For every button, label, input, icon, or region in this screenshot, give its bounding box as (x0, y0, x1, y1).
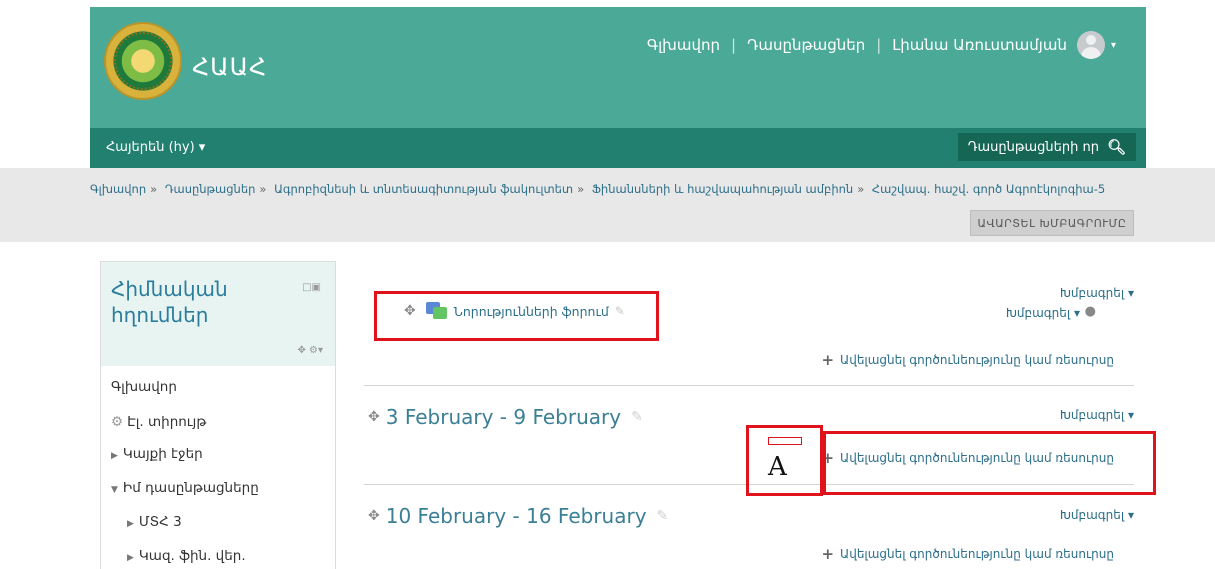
nav-item-my-courses-label: Իմ դասընթացները (122, 480, 259, 496)
user-menu-name[interactable]: Լիանա Առուստամյան (892, 36, 1067, 54)
nav-item-site-pages-label: Կայքի էջեր (122, 446, 203, 462)
annotation-marker (768, 437, 802, 445)
nav-separator: | (876, 36, 882, 54)
site-header: ՀԱԱՀ Գլխավոր | Դասընթացներ | Լիանա Առուս… (90, 7, 1146, 128)
collapse-arrow-icon: ▼ (111, 485, 118, 495)
nav-home-link[interactable]: Գլխավոր (647, 36, 720, 54)
move-icon[interactable]: ✥ (368, 508, 380, 524)
site-name[interactable]: ՀԱԱՀ (192, 53, 267, 81)
add-activity-label: Ավելացնել գործունեությունը կամ ռեսուրսը (840, 353, 1114, 367)
breadcrumb-separator: » (577, 182, 585, 196)
assign-roles-icon[interactable]: ● (1085, 304, 1096, 319)
move-icon[interactable]: ✥ (368, 409, 380, 425)
section-divider (364, 385, 1134, 386)
pencil-icon[interactable]: ✎ (631, 409, 643, 425)
nav-item-email-label: Էլ. տիրույթ (127, 414, 207, 430)
nav-item-site-pages[interactable]: ▶ Կայքի էջեր (111, 446, 203, 462)
nav-item-email[interactable]: ⚙︎ Էլ. տիրույթ (111, 414, 206, 430)
section-title-2-label: 10 February - 16 February (385, 504, 647, 528)
pencil-icon[interactable]: ✎ (657, 508, 669, 524)
navigation-block-title: Հիմնական հղումներ (111, 277, 228, 327)
add-activity-button-section-0[interactable]: + Ավելացնել գործունեությունը կամ ռեսուրսը (821, 351, 1114, 369)
navigation-block-header: Հիմնական հղումներ □▣ ✥ ⚙︎▾ (101, 262, 335, 366)
add-activity-button-section-2[interactable]: + Ավելացնել գործունեությունը կամ ռեսուրսը (821, 545, 1114, 563)
section-title-2: ✥ 10 February - 16 February ✎ (368, 504, 668, 528)
section-title-1-label: 3 February - 9 February (385, 405, 622, 429)
expand-arrow-icon: ▶ (127, 553, 134, 563)
nav-item-home[interactable]: Գլխավոր (111, 379, 177, 395)
language-menu[interactable]: Հայերեն (hy) ▾ (106, 140, 205, 155)
plus-icon: + (821, 545, 835, 563)
course-search-button[interactable]: Դասընթացների որ 🔍︎ (957, 133, 1136, 161)
breadcrumb-item[interactable]: Ֆինանսների և հաշվապահության ամբիոն (592, 182, 853, 196)
cog-icon: ⚙︎ (111, 414, 124, 430)
course-search-label: Դասընթացների որ (967, 139, 1099, 155)
top-navigation: Գլխավոր | Դասընթացներ | Լիանա Առուստամյա… (647, 31, 1116, 59)
edit-menu-section-2[interactable]: Խմբագրել ▾ (1060, 508, 1134, 522)
breadcrumb-item[interactable]: Ագրոբիզնեսի և տնտեսագիտության ֆակուլտետ (274, 182, 573, 196)
annotation-label-a: A (768, 452, 787, 482)
breadcrumb: Գլխավոր» Դասընթացներ» Ագրոբիզնեսի և տնտե… (90, 182, 1105, 196)
breadcrumb-separator: » (259, 182, 267, 196)
edit-menu-section-0[interactable]: Խմբագրել ▾ (1060, 286, 1134, 300)
nav-courses-link[interactable]: Դասընթացներ (747, 36, 865, 54)
university-logo[interactable] (104, 22, 182, 100)
sub-navigation-bar: Հայերեն (hy) ▾ Դասընթացների որ 🔍︎ (90, 128, 1146, 168)
section-title-1: ✥ 3 February - 9 February ✎ (368, 405, 643, 429)
breadcrumb-separator: » (857, 182, 865, 196)
dock-icon[interactable]: □▣ (302, 282, 321, 293)
nav-item-my-courses[interactable]: ▼ Իմ դասընթացները (111, 480, 259, 496)
nav-item-course-2[interactable]: ▶ Կազ. ֆին. վեր. (127, 548, 246, 564)
nav-item-course-1-label: ՄՏՀ 3 (138, 514, 182, 530)
page-header: Գլխավոր» Դասընթացներ» Ագրոբիզնեսի և տնտե… (0, 168, 1215, 242)
user-avatar-icon[interactable] (1076, 31, 1105, 59)
plus-icon: + (821, 351, 835, 369)
nav-item-course-2-label: Կազ. ֆին. վեր. (138, 548, 246, 564)
add-activity-label: Ավելացնել գործունեությունը կամ ռեսուրսը (840, 547, 1114, 561)
block-move-icon[interactable]: ✥ ⚙︎▾ (297, 345, 323, 356)
expand-arrow-icon: ▶ (127, 519, 134, 529)
annotation-box-forum (374, 291, 659, 341)
user-menu-caret-icon[interactable]: ▾ (1111, 40, 1116, 51)
navigation-block: Հիմնական հղումներ □▣ ✥ ⚙︎▾ Գլխավոր ⚙︎ Էլ.… (100, 261, 336, 569)
logo-ring (114, 32, 172, 90)
breadcrumb-separator: » (150, 182, 158, 196)
expand-arrow-icon: ▶ (111, 451, 118, 461)
edit-menu-forum[interactable]: Խմբագրել ▾ (1006, 306, 1080, 320)
turn-editing-off-button[interactable]: ԱՎԱՐՏԵԼ ԽՄԲԱԳՐՈՒՄԸ (970, 210, 1134, 236)
edit-menu-section-1[interactable]: Խմբագրել ▾ (1060, 408, 1134, 422)
nav-item-course-1[interactable]: ▶ ՄՏՀ 3 (127, 514, 182, 530)
search-icon: 🔍︎ (1106, 138, 1126, 156)
breadcrumb-item[interactable]: Դասընթացներ (165, 182, 256, 196)
annotation-box-add-activity (823, 431, 1156, 495)
breadcrumb-item[interactable]: Հաշվապ. հաշվ. գործ Ագրոէկոլոգիա-5 (872, 182, 1105, 196)
nav-separator: | (731, 36, 737, 54)
breadcrumb-item[interactable]: Գլխավոր (90, 182, 146, 196)
